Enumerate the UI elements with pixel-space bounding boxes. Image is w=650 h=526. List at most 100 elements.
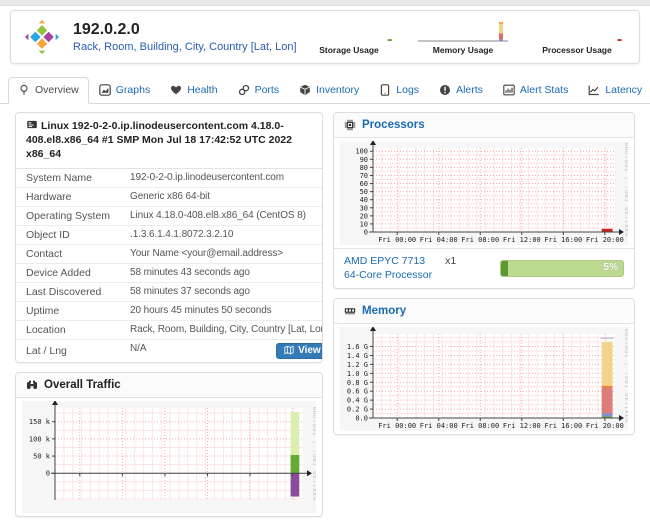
tab-label: Alerts <box>456 84 483 96</box>
row-label: Contact <box>16 244 120 263</box>
tab-label: Ports <box>255 84 280 96</box>
storage-usage-sparkline[interactable] <box>303 20 395 44</box>
row-value: 20 hours 45 minutes 50 seconds <box>120 301 323 320</box>
svg-text:0.4 G: 0.4 G <box>347 397 368 405</box>
tab-latency[interactable]: Latency <box>578 77 650 104</box>
tab-health[interactable]: Health <box>160 77 227 104</box>
cpu-usage-progressbar: 5% <box>500 260 624 277</box>
cpu-icon <box>344 119 356 131</box>
svg-text:0.6 G: 0.6 G <box>347 388 368 396</box>
svg-text:RRDTOOL / TOBI OETIKER: RRDTOOL / TOBI OETIKER <box>623 329 628 424</box>
processor-usage-minigraph[interactable]: Processor Usage <box>531 20 623 55</box>
memory-graph[interactable]: 0.00.2 G0.4 G0.6 G0.8 G1.0 G1.2 G1.4 G1.… <box>340 327 628 431</box>
map-view-button[interactable]: View <box>276 343 323 359</box>
tab-graphs[interactable]: Graphs <box>89 77 160 104</box>
tab-label: Logs <box>396 84 419 96</box>
memory-usage-minigraph[interactable]: Memory Usage <box>417 20 509 55</box>
tab-inventory[interactable]: Inventory <box>289 77 369 104</box>
tab-ports[interactable]: Ports <box>228 77 290 104</box>
device-hostname: 192.0.2.0 <box>73 21 297 39</box>
cube-icon <box>299 84 311 96</box>
server-id-icon <box>26 119 38 130</box>
latlng-value: N/A <box>130 343 146 354</box>
svg-text:RRDTOOL / TOBI OETIKER: RRDTOOL / TOBI OETIKER <box>623 143 628 238</box>
info-row-device-added: Device Added 58 minutes 43 seconds ago <box>16 263 323 282</box>
processor-usage-sparkline[interactable] <box>531 20 623 44</box>
processor-usage-label: Processor Usage <box>542 45 611 55</box>
device-sysdescr: Linux 192-0-2-0.ip.linodeusercontent.com… <box>26 120 292 160</box>
row-label: System Name <box>16 169 120 188</box>
row-label: Hardware <box>16 187 120 206</box>
device-tabbar: Overview Graphs Health Ports Inventory <box>0 72 650 104</box>
memory-header[interactable]: Memory <box>334 299 634 324</box>
svg-text:0: 0 <box>364 229 368 237</box>
row-value: 192-0-2-0.ip.linodeusercontent.com <box>120 169 323 188</box>
svg-text:40: 40 <box>360 196 368 204</box>
link-icon <box>238 84 250 96</box>
row-value: Linux 4.18.0-408.el8.x86_64 (CentOS 8) <box>120 206 323 225</box>
svg-text:Fri 00:00: Fri 00:00 <box>378 422 416 430</box>
svg-text:70: 70 <box>360 172 368 180</box>
cpu-model-link[interactable]: 64-Core Processor <box>344 269 432 281</box>
memory-usage-label: Memory Usage <box>433 45 493 55</box>
overall-traffic-panel: Overall Traffic 050 k100 k150 kRRDTOOL /… <box>15 372 323 517</box>
row-value: Rack, Room, Building, City, Country [Lat… <box>120 320 323 339</box>
device-location-link[interactable]: Rack, Room, Building, City, Country [Lat… <box>73 41 297 53</box>
tab-label: Health <box>187 84 217 96</box>
row-value: 58 minutes 43 seconds ago <box>120 263 323 282</box>
tab-overview[interactable]: Overview <box>8 77 89 104</box>
svg-text:1.0 G: 1.0 G <box>347 370 368 378</box>
row-label: Lat / Lng <box>16 339 120 362</box>
svg-text:100: 100 <box>355 148 368 156</box>
processors-title: Processors <box>362 119 425 131</box>
tab-label: Overview <box>35 84 79 96</box>
svg-text:Fri 12:00: Fri 12:00 <box>503 236 541 244</box>
cpu-usage-fill <box>501 261 508 276</box>
tab-logs[interactable]: Logs <box>369 77 429 104</box>
tab-label: Graphs <box>116 84 150 96</box>
svg-text:Fri 16:00: Fri 16:00 <box>544 422 582 430</box>
overall-traffic-title: Overall Traffic <box>44 379 121 391</box>
centos-os-logo-icon <box>23 18 61 56</box>
processor-row: AMD EPYC 7713 x1 64-Core Processor 5% <box>334 248 634 288</box>
heart-icon <box>170 84 182 96</box>
processors-header[interactable]: Processors <box>334 113 634 138</box>
device-header: 192.0.2.0 Rack, Room, Building, City, Co… <box>10 10 640 64</box>
svg-text:20: 20 <box>360 212 368 220</box>
processors-graph-wrap: 0102030405060708090100Fri 00:00Fri 04:00… <box>334 138 634 248</box>
svg-text:1.6 G: 1.6 G <box>347 343 368 351</box>
row-value: Your Name <your@email.address> <box>120 244 323 263</box>
left-column: Linux 192-0-2-0.ip.linodeusercontent.com… <box>15 112 323 526</box>
processors-panel: Processors 0102030405060708090100Fri 00:… <box>333 112 635 289</box>
memory-graph-wrap: 0.00.2 G0.4 G0.6 G0.8 G1.0 G1.2 G1.4 G1.… <box>334 324 634 434</box>
tab-alerts[interactable]: Alerts <box>429 77 493 104</box>
svg-text:Fri 08:00: Fri 08:00 <box>461 422 499 430</box>
svg-text:50: 50 <box>360 188 368 196</box>
svg-text:50 k: 50 k <box>33 452 51 460</box>
svg-text:0.2 G: 0.2 G <box>347 406 368 414</box>
row-value: .1.3.6.1.4.1.8072.3.2.10 <box>120 225 323 244</box>
map-view-label: View <box>298 345 321 356</box>
storage-usage-minigraph[interactable]: Storage Usage <box>303 20 395 55</box>
row-label: Object ID <box>16 225 120 244</box>
row-value: N/A View <box>120 339 323 362</box>
line-chart-icon <box>588 84 600 96</box>
storage-usage-label: Storage Usage <box>319 45 379 55</box>
cpu-count: x1 <box>445 255 456 267</box>
memory-usage-sparkline[interactable] <box>417 20 509 44</box>
device-info-table: System Name 192-0-2-0.ip.linodeuserconte… <box>16 169 323 362</box>
svg-text:0: 0 <box>46 469 50 477</box>
map-icon <box>284 345 294 355</box>
overall-traffic-graph-wrap: 050 k100 k150 kRRDTOOL / TOBI OETIKER <box>16 398 322 516</box>
svg-text:90: 90 <box>360 156 368 164</box>
info-row-object-id: Object ID .1.3.6.1.4.1.8072.3.2.10 <box>16 225 323 244</box>
svg-text:0.0: 0.0 <box>355 415 368 423</box>
processors-graph[interactable]: 0102030405060708090100Fri 00:00Fri 04:00… <box>340 141 628 245</box>
overall-traffic-graph[interactable]: 050 k100 k150 kRRDTOOL / TOBI OETIKER <box>22 401 316 513</box>
tab-alert-stats[interactable]: Alert Stats <box>493 77 578 104</box>
lightbulb-icon <box>18 84 30 96</box>
cpu-name-link[interactable]: AMD EPYC 7713 <box>344 255 425 267</box>
alert-circle-icon <box>439 84 451 96</box>
row-label: Operating System <box>16 206 120 225</box>
svg-text:30: 30 <box>360 204 368 212</box>
